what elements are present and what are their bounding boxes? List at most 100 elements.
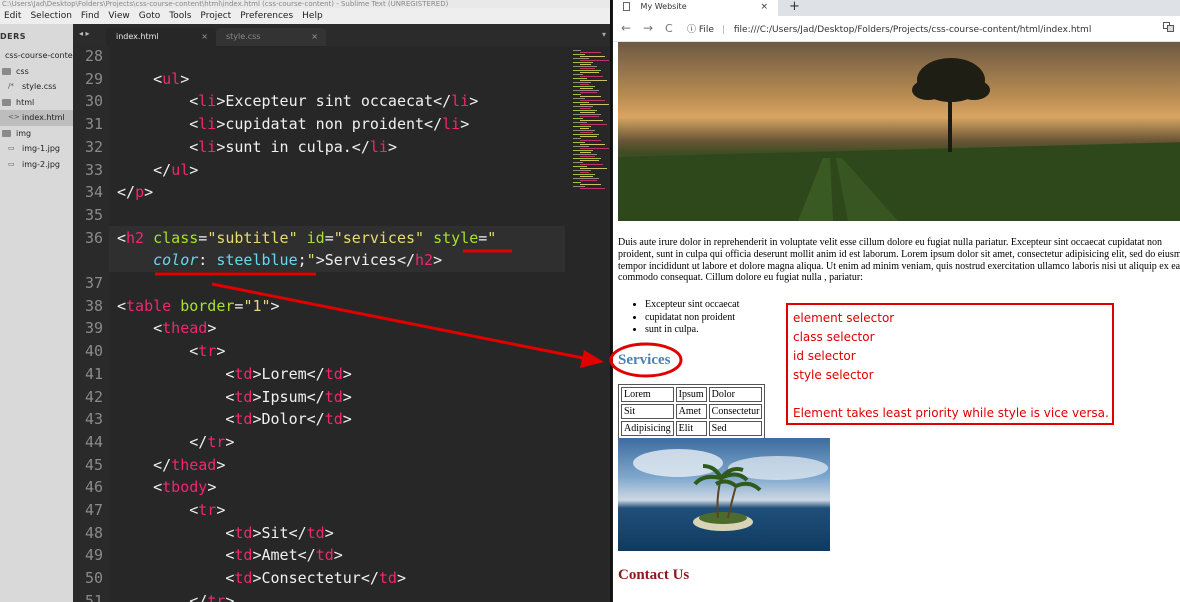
minimap-line xyxy=(573,82,591,83)
code-token: "1" xyxy=(243,296,271,315)
code-line: <tr> xyxy=(117,342,225,360)
close-icon[interactable]: × xyxy=(311,28,318,46)
info-icon[interactable]: ⓘ xyxy=(687,25,696,35)
sidebar-item-style-css[interactable]: /* style.css xyxy=(0,79,73,95)
minimap-line xyxy=(580,144,605,145)
menu-item-help[interactable]: Help xyxy=(298,11,328,21)
browser-toolbar: ← → C ⓘ File | file:///C:/Users/Jad/Deskt… xyxy=(613,16,1180,42)
menu-item-find[interactable]: Find xyxy=(77,11,104,21)
code-token: td xyxy=(234,523,253,542)
tab-index-html[interactable]: index.html × xyxy=(106,28,216,46)
forward-arrow-icon[interactable]: → xyxy=(643,21,653,35)
code-token: tr xyxy=(198,501,217,519)
tab-label: style.css xyxy=(226,32,261,41)
code-token: < xyxy=(117,319,163,338)
line-number: 30 xyxy=(84,92,103,111)
sidebar-item-html[interactable]: html xyxy=(0,95,73,111)
minimap[interactable] xyxy=(565,46,612,602)
sidebar-item-css[interactable]: css xyxy=(0,64,73,80)
menu-item-project[interactable]: Project xyxy=(196,11,236,21)
browser-tab[interactable]: My Website × xyxy=(613,0,778,16)
code-token: < xyxy=(117,523,235,542)
code-token: td xyxy=(234,569,253,588)
url-text[interactable]: file:///C:/Users/Jad/Desktop/Folders/Pro… xyxy=(734,25,1091,35)
minimap-line xyxy=(573,102,589,103)
menu-item-preferences[interactable]: Preferences xyxy=(236,11,298,21)
code-token: td xyxy=(378,569,397,588)
table-cell: Adipisicing xyxy=(621,421,674,436)
sidebar-item-css-course-content[interactable]: css-course-content xyxy=(0,48,73,64)
bullet-list: Excepteur sint occaecatcupidatat non pro… xyxy=(645,299,739,337)
tab-nav-arrows[interactable]: ◂ ▸ xyxy=(79,29,90,38)
minimap-line xyxy=(580,100,605,101)
file-icon: /* xyxy=(8,82,14,90)
sidebar-item-img[interactable]: img xyxy=(0,126,73,142)
code-token: >Services</ xyxy=(315,251,416,270)
sidebar-header: DERS xyxy=(0,32,27,41)
tab-style-css[interactable]: style.css × xyxy=(216,28,326,46)
code-token: class xyxy=(153,228,199,247)
code-line: <thead> xyxy=(117,319,216,337)
sidebar-item-img-2-jpg[interactable]: ▭ img-2.jpg xyxy=(0,157,73,173)
table-row: Lorem Ipsum Dolor xyxy=(621,387,763,402)
translate-icon[interactable] xyxy=(1163,22,1174,35)
code-token: tbody xyxy=(162,478,208,497)
minimap-line xyxy=(573,118,583,119)
menu-item-view[interactable]: View xyxy=(104,11,134,21)
line-number: 31 xyxy=(84,115,103,134)
menu-item-goto[interactable]: Goto xyxy=(135,11,166,21)
address-bar[interactable]: ⓘ File | file:///C:/Users/Jad/Desktop/Fol… xyxy=(687,22,1091,35)
code-token: < xyxy=(117,478,163,497)
code-token: </ xyxy=(117,591,208,602)
code-line: </ul> xyxy=(117,161,198,179)
back-arrow-icon[interactable]: ← xyxy=(621,21,631,35)
body-paragraph: Duis aute irure dolor in reprehenderit i… xyxy=(618,237,1180,284)
code-area[interactable]: 28 29 <ul> 30 <li>Excepteur sint occaecat<… xyxy=(73,46,565,602)
table-cell: Elit xyxy=(675,421,707,436)
sidebar-item-index-html[interactable]: <> index.html xyxy=(0,110,73,126)
code-line: <td>Sit</td> xyxy=(117,523,333,542)
code-token: td xyxy=(324,387,343,406)
minimap-line xyxy=(580,84,589,85)
line-number: 51 xyxy=(84,591,103,602)
line-number: 48 xyxy=(84,523,103,542)
sidebar-item-img-1-jpg[interactable]: ▭ img-1.jpg xyxy=(0,141,73,157)
code-line: <li>Excepteur sint occaecat</li> xyxy=(117,92,478,110)
minimap-line xyxy=(573,142,585,143)
code-token: td xyxy=(324,364,343,383)
sidebar-item-label: style.css xyxy=(22,82,57,91)
minimap-line xyxy=(580,164,603,165)
code-token: > xyxy=(216,455,226,474)
sidebar-item-label: css-course-content xyxy=(5,51,73,60)
minimap-line xyxy=(573,98,585,99)
menu-item-selection[interactable]: Selection xyxy=(26,11,76,21)
window-title: C:\Users\Jad\Desktop\Folders\Projects\cs… xyxy=(0,0,612,8)
minimap-line xyxy=(580,124,607,125)
minimap-line xyxy=(573,70,601,71)
code-token: td xyxy=(234,546,253,565)
menu-item-edit[interactable]: Edit xyxy=(0,11,26,21)
code-token: > xyxy=(396,569,406,588)
minimap-line xyxy=(573,186,585,187)
code-token: > xyxy=(469,92,479,111)
close-icon[interactable]: × xyxy=(201,28,208,46)
code-token: < xyxy=(117,569,235,588)
code-token: li xyxy=(451,92,470,111)
data-table: Lorem Ipsum Dolor Sit Amet Consectetur Adipisi… xyxy=(618,384,766,439)
minimap-line xyxy=(573,54,585,55)
code-token: steelblue xyxy=(216,251,298,270)
sidebar-item-label: img-2.jpg xyxy=(22,159,60,169)
sidebar-tree: css-course-content css /* style.css html <>in… xyxy=(0,48,73,172)
browser-window: My Website × + ← → C ⓘ File | file:///C:/… xyxy=(613,0,1180,602)
code-token: li xyxy=(198,137,217,156)
close-icon[interactable]: × xyxy=(760,0,768,14)
tab-menu-chevron-icon[interactable]: ▾ xyxy=(602,30,606,39)
minimap-line xyxy=(573,58,589,59)
reload-icon[interactable]: C xyxy=(665,22,673,35)
code-token: color xyxy=(153,251,199,270)
minimap-line xyxy=(580,72,599,73)
new-tab-button[interactable]: + xyxy=(789,0,800,14)
menu-item-tools[interactable]: Tools xyxy=(165,11,196,21)
minimap-line xyxy=(573,66,597,67)
